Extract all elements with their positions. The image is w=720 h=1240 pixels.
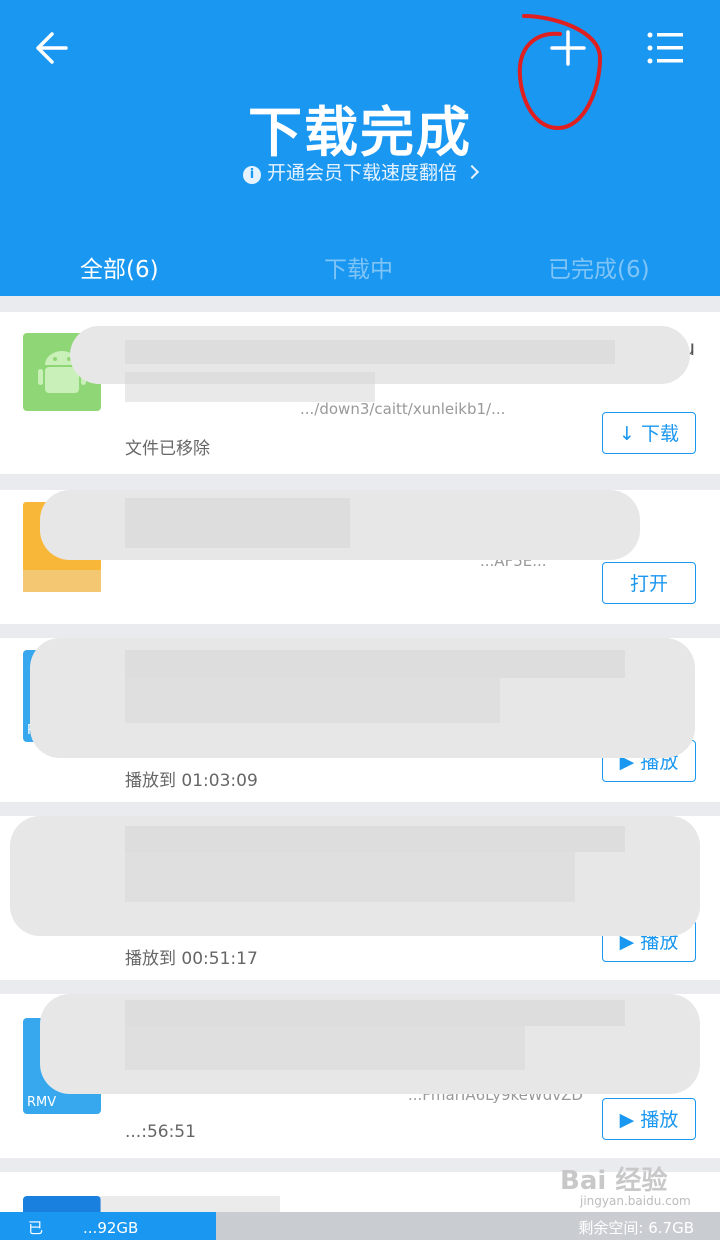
open-button[interactable]: 打开 <box>602 562 696 604</box>
vip-promo-link[interactable]: i 开通会员下载速度翻倍 <box>0 158 720 185</box>
play-progress: ...:56:51 <box>125 1122 196 1142</box>
list-item[interactable]: RMV ...FmarIA6Ly9keWdvZDI... ...:56:51 ▶… <box>0 994 720 1158</box>
list-item[interactable]: ...AF5E... 打开 <box>0 490 720 624</box>
list-item[interactable]: UC 00_(Bu .../down3/caitt/xunleikb1/... … <box>0 312 720 474</box>
header-bar: 下载完成 i 开通会员下载速度翻倍 全部(6) 下载中 已完成(6) <box>0 0 720 296</box>
tab-completed[interactable]: 已完成(6) <box>548 250 650 284</box>
redacted-text <box>125 1026 525 1070</box>
play-icon: ▶ <box>619 1109 635 1131</box>
redacted-text <box>125 372 375 402</box>
play-button-label: 播放 <box>640 1109 679 1131</box>
chevron-right-icon <box>464 164 480 180</box>
info-icon: i <box>242 166 261 184</box>
redacted-text <box>125 852 575 902</box>
list-item[interactable]: RMV 播放到 00:51:17 ▶ 播放 <box>0 816 720 980</box>
video-format-badge: RMV <box>27 1095 57 1110</box>
play-button[interactable]: ▶ 播放 <box>602 1098 696 1140</box>
tab-downloading[interactable]: 下载中 <box>324 250 393 284</box>
list-item[interactable]: RMV ... 播放到 01:03:09 ▶ 播放 <box>0 638 720 802</box>
vip-promo-text: 开通会员下载速度翻倍 <box>266 162 457 184</box>
tab-bar: 全部(6) 下载中 已完成(6) <box>0 236 720 296</box>
storage-bar: 已 ...92GB 剩余空间: 6.7GB <box>0 1212 720 1240</box>
play-progress: 播放到 00:51:17 <box>125 949 258 969</box>
page-title: 下载完成 <box>248 101 472 164</box>
redacted-text <box>125 340 615 364</box>
file-status: 文件已移除 <box>125 439 210 459</box>
redacted-text <box>125 826 625 852</box>
menu-list-icon[interactable] <box>645 30 685 66</box>
file-icon <box>23 1196 101 1212</box>
redacted-text <box>125 1000 625 1026</box>
redacted-text <box>125 650 625 678</box>
storage-used-text: 已 <box>28 1219 44 1237</box>
watermark-logo: Bai 经验 <box>560 1166 668 1196</box>
storage-used-size: ...92GB <box>83 1219 139 1237</box>
redacted-text <box>100 1196 280 1212</box>
watermark-url: jingyan.baidu.com <box>580 1194 691 1208</box>
redacted-text <box>125 498 350 548</box>
tab-all[interactable]: 全部(6) <box>80 250 159 284</box>
download-icon: ↓ <box>619 423 635 445</box>
file-url: .../down3/caitt/xunleikb1/... <box>300 400 506 418</box>
back-arrow-icon[interactable] <box>30 28 70 68</box>
storage-free-label: 剩余空间: 6.7GB <box>578 1219 694 1237</box>
redacted-text <box>125 678 500 723</box>
download-button[interactable]: ↓ 下载 <box>602 412 696 454</box>
play-progress: 播放到 01:03:09 <box>125 771 258 791</box>
download-button-label: 下载 <box>640 423 679 445</box>
storage-used-label: 已 ...92GB <box>28 1217 138 1238</box>
